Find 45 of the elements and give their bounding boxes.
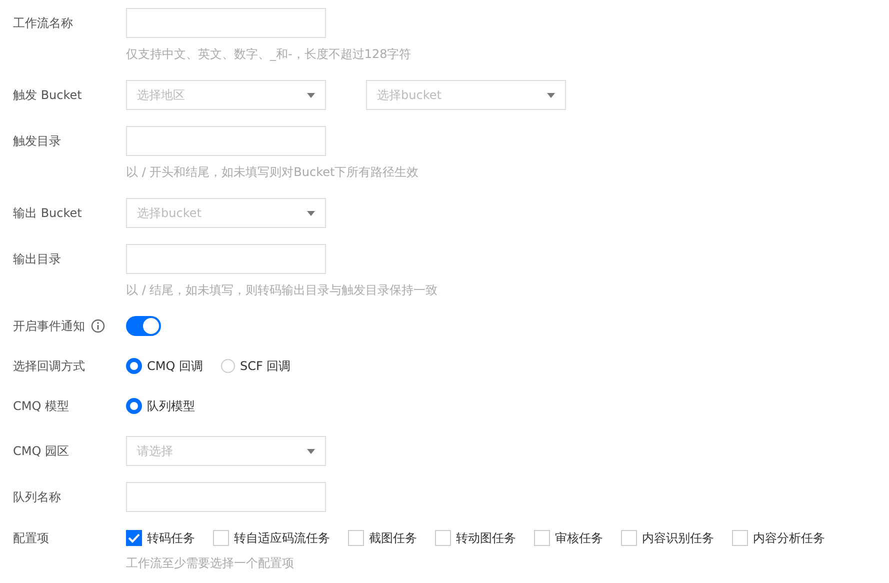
- caret-icon: [547, 92, 555, 98]
- input-field[interactable]: [126, 126, 326, 156]
- input-field[interactable]: [126, 244, 326, 274]
- info-icon[interactable]: [91, 319, 105, 333]
- hint-text: 以 / 结尾，如未填写，则转码输出目录与触发目录保持一致: [126, 282, 439, 298]
- radio-button[interactable]: [126, 398, 142, 414]
- checkbox-option[interactable]: 转码任务: [126, 530, 195, 546]
- hint-text: 以 / 开头和结尾，如未填写则对Bucket下所有路径生效: [126, 164, 420, 180]
- checkbox[interactable]: [732, 530, 748, 546]
- checkbox[interactable]: [348, 530, 364, 546]
- caret-icon: [307, 210, 315, 216]
- checkbox-option[interactable]: 审核任务: [534, 530, 603, 546]
- checkbox-option[interactable]: 转动图任务: [435, 530, 516, 546]
- field-label: 工作流名称: [13, 14, 73, 32]
- field-label: 触发目录: [13, 132, 61, 150]
- checkbox[interactable]: [213, 530, 229, 546]
- field-label: CMQ 园区: [13, 442, 69, 460]
- field-label: 触发 Bucket: [13, 86, 82, 104]
- checkbox-option[interactable]: 截图任务: [348, 530, 417, 546]
- caret-icon: [307, 448, 315, 454]
- field-label: 选择回调方式: [13, 358, 85, 374]
- field-label: CMQ 模型: [13, 398, 69, 414]
- input-field[interactable]: [126, 8, 326, 38]
- checkbox[interactable]: [435, 530, 451, 546]
- radio-button[interactable]: [221, 359, 235, 373]
- checkbox[interactable]: [621, 530, 637, 546]
- radio-option[interactable]: CMQ 回调: [126, 358, 203, 374]
- radio-option[interactable]: SCF 回调: [221, 358, 291, 374]
- hint-text: 仅支持中文、英文、数字、_和-，长度不超过128字符: [126, 46, 412, 62]
- caret-icon: [307, 92, 315, 98]
- field-label: 输出 Bucket: [13, 204, 82, 222]
- input-field[interactable]: [126, 482, 326, 512]
- checkbox[interactable]: [534, 530, 550, 546]
- checkbox-option[interactable]: 内容分析任务: [732, 530, 825, 546]
- radio-option[interactable]: 队列模型: [126, 398, 195, 414]
- hint-text: 工作流至少需要选择一个配置项: [126, 555, 295, 571]
- checkbox-option[interactable]: 内容识别任务: [621, 530, 714, 546]
- field-label: 队列名称: [13, 488, 61, 506]
- field-label: 输出目录: [13, 250, 61, 268]
- radio-button[interactable]: [126, 358, 142, 374]
- checkbox[interactable]: [126, 530, 142, 546]
- field-label: 配置项: [13, 530, 49, 546]
- field-label: 开启事件通知: [13, 318, 85, 334]
- checkbox-option[interactable]: 转自适应码流任务: [213, 530, 330, 546]
- toggle-switch[interactable]: [126, 316, 161, 336]
